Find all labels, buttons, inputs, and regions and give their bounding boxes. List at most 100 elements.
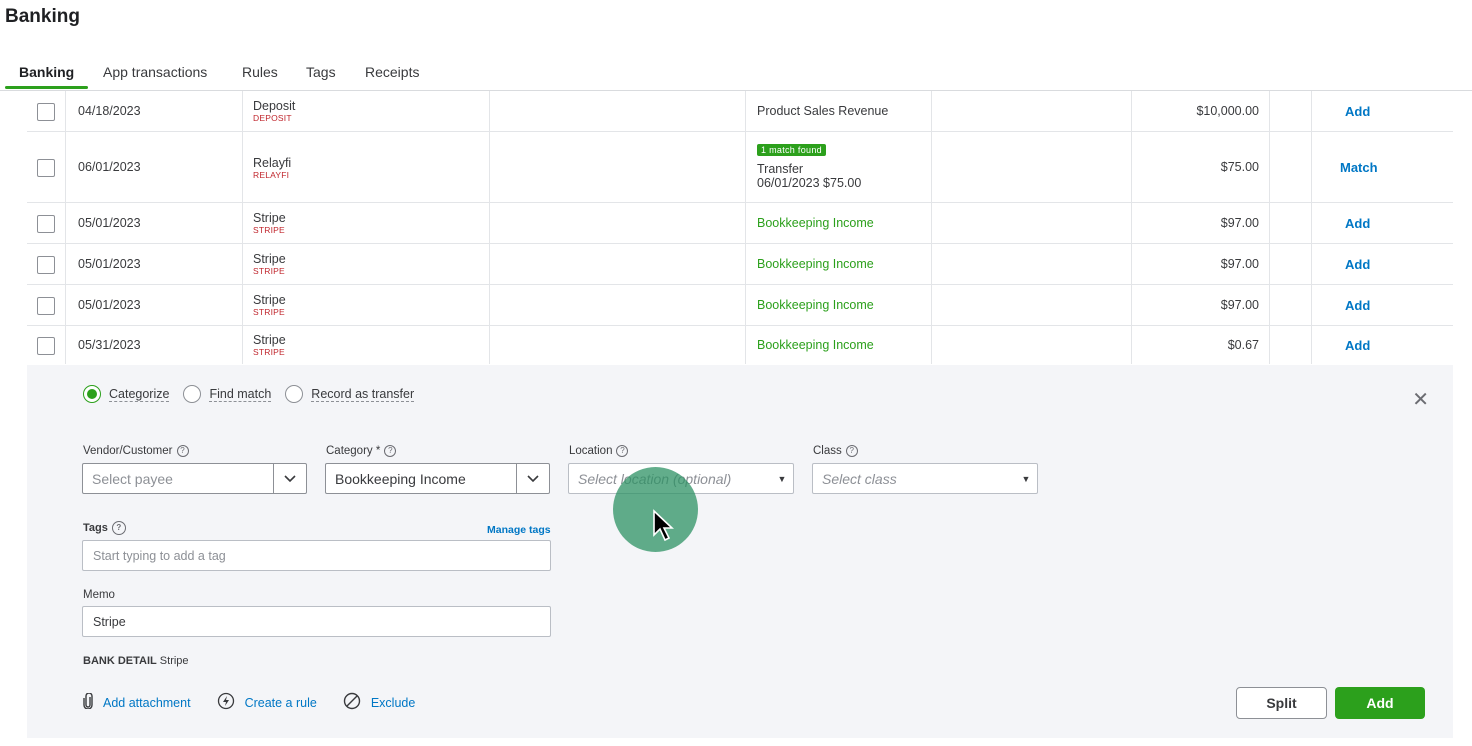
row-payee: Stripe STRIPE: [253, 326, 286, 364]
add-button[interactable]: Add: [1335, 687, 1425, 719]
payee-name: Stripe: [253, 251, 286, 266]
row-amount: $97.00: [1220, 298, 1259, 312]
memo-label: Memo: [83, 589, 115, 601]
help-icon[interactable]: ?: [111, 521, 126, 535]
table-row[interactable]: 05/01/2023 Stripe STRIPE Bookkeeping Inc…: [27, 244, 1453, 285]
tab-tags[interactable]: Tags: [306, 64, 336, 80]
tab-rules[interactable]: Rules: [242, 64, 278, 80]
payee-name: Relayfi: [253, 156, 292, 170]
exclude-link[interactable]: Exclude: [371, 696, 415, 710]
row-match-info[interactable]: 1 match found Transfer 06/01/2023 $75.00: [757, 132, 861, 202]
find-match-radio[interactable]: [183, 385, 202, 403]
payee-bank-text: STRIPE: [253, 346, 285, 357]
location-label: Location?: [569, 445, 629, 457]
row-date: 05/01/2023: [78, 216, 141, 230]
table-row[interactable]: 04/18/2023 Deposit DEPOSIT Product Sales…: [27, 91, 1453, 132]
bank-detail: BANK DETAIL Stripe: [83, 655, 189, 667]
table-row[interactable]: 05/01/2023 Stripe STRIPE Bookkeeping Inc…: [27, 285, 1453, 326]
caret-down-icon[interactable]: ▼: [771, 474, 793, 484]
match-found-badge: 1 match found: [757, 144, 826, 156]
payee-name: Stripe: [253, 210, 286, 225]
class-placeholder: Select class: [822, 470, 897, 487]
payee-name: Stripe: [253, 292, 286, 307]
add-attachment-link[interactable]: Add attachment: [103, 696, 191, 710]
mouse-pointer-icon: [652, 509, 675, 548]
tab-receipts[interactable]: Receipts: [365, 64, 419, 80]
row-add-action[interactable]: Add: [1345, 203, 1370, 243]
class-label: Class?: [813, 445, 858, 457]
detail-actions: Add attachment Create a rule Exclude: [83, 692, 441, 713]
vendor-select[interactable]: Select payee: [82, 463, 307, 494]
chevron-down-icon[interactable]: [516, 464, 549, 493]
split-button[interactable]: Split: [1236, 687, 1327, 719]
row-match-action[interactable]: Match: [1340, 132, 1378, 202]
vendor-label: Vendor/Customer?: [83, 445, 189, 457]
categorize-label[interactable]: Categorize: [109, 387, 170, 402]
tab-app-transactions[interactable]: App transactions: [103, 64, 207, 80]
create-rule-link[interactable]: Create a rule: [245, 696, 317, 710]
table-row[interactable]: 06/01/2023 Relayfi RELAYFI 1 match found…: [27, 132, 1453, 203]
category-value: Bookkeeping Income: [335, 470, 466, 487]
tags-input[interactable]: Start typing to add a tag: [82, 540, 551, 571]
row-date: 05/01/2023: [78, 298, 141, 312]
row-checkbox[interactable]: [37, 256, 55, 274]
record-transfer-label[interactable]: Record as transfer: [311, 387, 415, 402]
row-checkbox[interactable]: [37, 103, 55, 121]
row-date: 06/01/2023: [78, 160, 141, 174]
row-category[interactable]: Bookkeeping Income: [757, 326, 874, 364]
row-date: 05/31/2023: [78, 338, 141, 352]
chevron-down-icon[interactable]: [273, 464, 306, 493]
row-amount: $0.67: [1227, 338, 1259, 352]
lightning-icon: [217, 692, 235, 713]
row-category[interactable]: Bookkeeping Income: [757, 244, 874, 284]
row-add-action[interactable]: Add: [1345, 244, 1370, 284]
row-date: 05/01/2023: [78, 257, 141, 271]
manage-tags-link[interactable]: Manage tags: [487, 524, 551, 536]
caret-down-icon[interactable]: ▼: [1015, 474, 1037, 484]
row-add-action[interactable]: Add: [1345, 91, 1370, 131]
row-checkbox[interactable]: [37, 215, 55, 233]
row-payee: Stripe STRIPE: [253, 203, 286, 243]
row-payee: Stripe STRIPE: [253, 285, 286, 325]
help-icon[interactable]: ?: [845, 445, 858, 457]
payee-bank-text: STRIPE: [253, 306, 285, 317]
paperclip-icon: [83, 692, 93, 712]
tab-banking[interactable]: Banking: [19, 64, 74, 80]
row-category[interactable]: Bookkeeping Income: [757, 285, 874, 325]
row-checkbox[interactable]: [37, 159, 55, 177]
find-match-label[interactable]: Find match: [209, 387, 272, 402]
payee-bank-text: STRIPE: [253, 224, 285, 235]
category-select[interactable]: Bookkeeping Income: [325, 463, 550, 494]
table-row[interactable]: 05/31/2023 Stripe STRIPE Bookkeeping Inc…: [27, 326, 1453, 364]
memo-input[interactable]: Stripe: [82, 606, 551, 637]
help-icon[interactable]: ?: [176, 445, 189, 457]
exclude-icon: [343, 692, 361, 713]
row-add-action[interactable]: Add: [1345, 285, 1370, 325]
row-payee: Stripe STRIPE: [253, 244, 286, 284]
transaction-detail-panel: Categorize Find match Record as transfer…: [27, 365, 1453, 738]
row-amount: $10,000.00: [1196, 104, 1259, 118]
page-title: Banking: [5, 6, 80, 27]
categorize-radio[interactable]: [83, 385, 101, 403]
match-type: Transfer: [757, 162, 804, 176]
row-payee: Deposit DEPOSIT: [253, 91, 295, 131]
row-payee: Relayfi RELAYFI: [253, 132, 291, 202]
payee-name: Stripe: [253, 332, 286, 347]
row-checkbox[interactable]: [37, 297, 55, 315]
row-amount: $75.00: [1220, 160, 1259, 174]
payee-bank-text: DEPOSIT: [253, 112, 292, 123]
row-category[interactable]: Product Sales Revenue: [757, 91, 888, 131]
row-amount: $97.00: [1220, 257, 1259, 271]
row-category[interactable]: Bookkeeping Income: [757, 203, 874, 243]
row-add-action[interactable]: Add: [1345, 326, 1370, 364]
match-detail: 06/01/2023 $75.00: [757, 176, 862, 190]
row-checkbox[interactable]: [37, 337, 55, 355]
help-icon[interactable]: ?: [616, 445, 629, 457]
close-icon[interactable]: ✕: [1412, 387, 1429, 412]
help-icon[interactable]: ?: [384, 445, 397, 457]
record-transfer-radio[interactable]: [285, 385, 304, 403]
payee-bank-text: STRIPE: [253, 265, 285, 276]
payee-bank-text: RELAYFI: [253, 170, 290, 180]
class-select[interactable]: Select class ▼: [812, 463, 1038, 494]
table-row[interactable]: 05/01/2023 Stripe STRIPE Bookkeeping Inc…: [27, 203, 1453, 244]
